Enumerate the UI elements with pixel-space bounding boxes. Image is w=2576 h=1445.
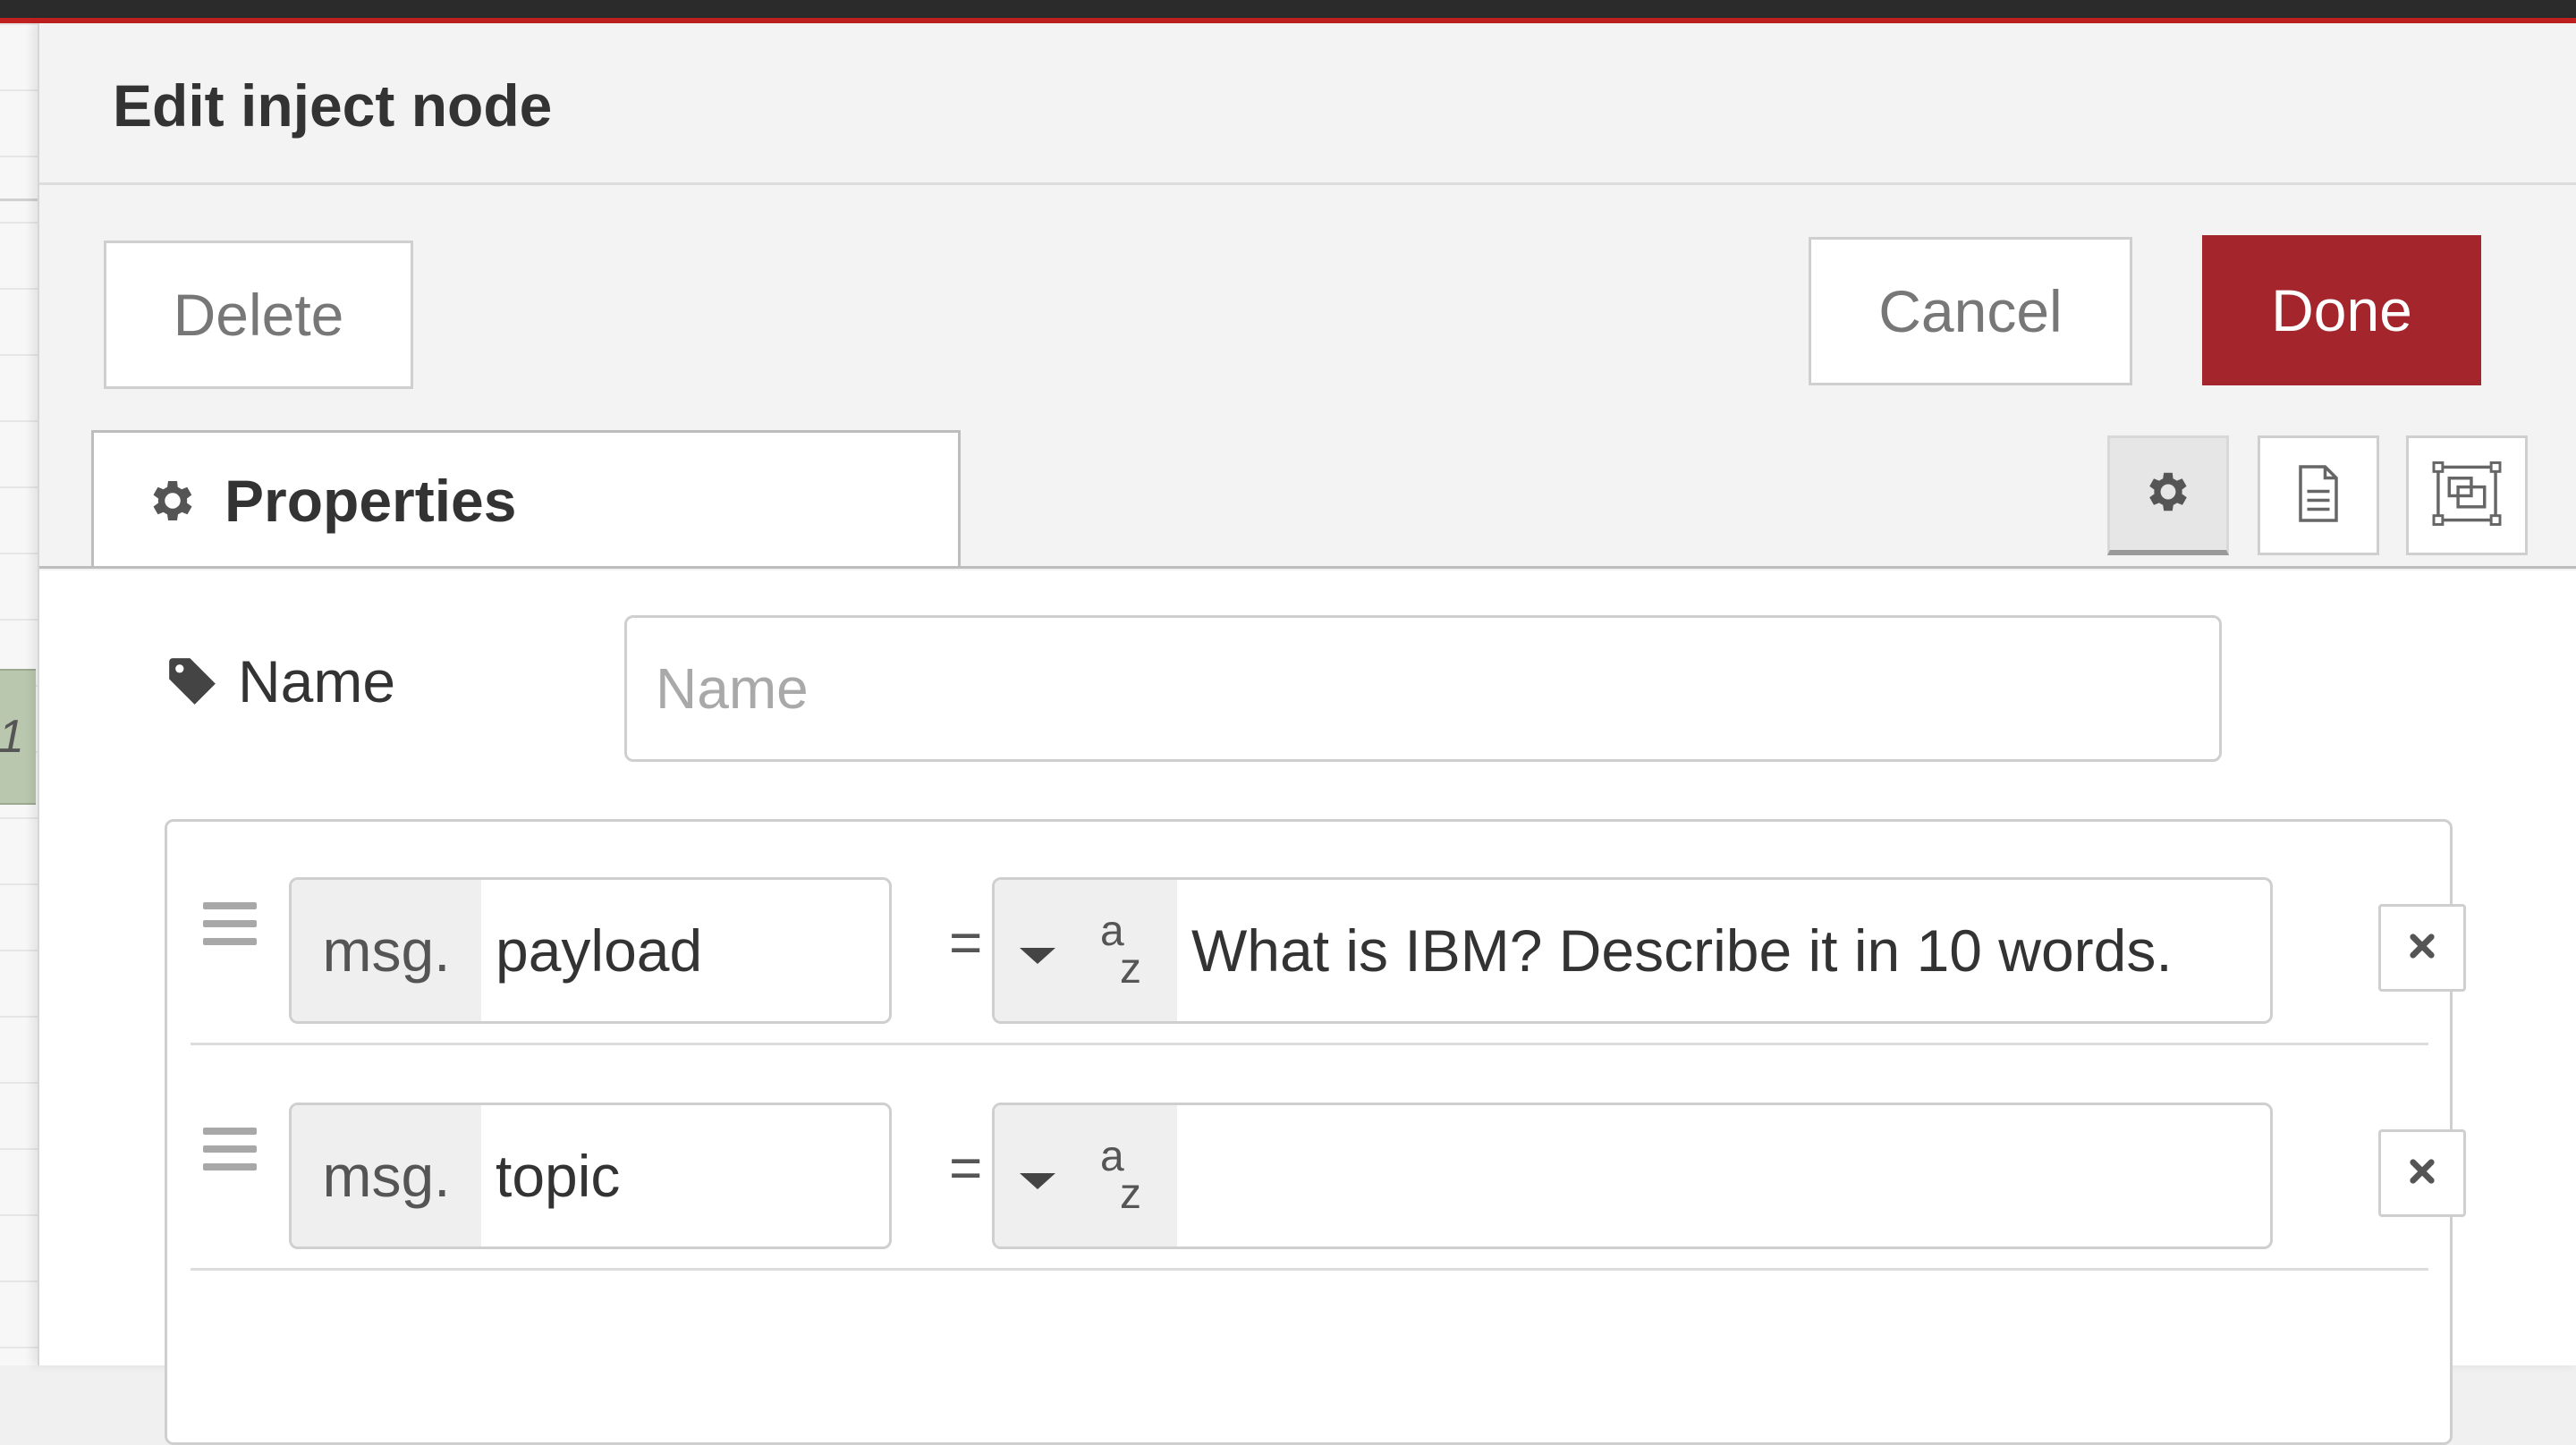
property-value-text[interactable] — [1177, 1105, 2270, 1246]
properties-panel: Name msg. payload = a z — [39, 570, 2576, 1445]
property-value-text[interactable]: What is IBM? Describe it in 10 words. — [1177, 880, 2270, 1021]
msg-prefix: msg. — [292, 1105, 481, 1246]
node-appearance-tab-button[interactable] — [2406, 435, 2528, 555]
value-type-selector[interactable]: a z — [995, 1105, 1177, 1246]
drag-handle-icon[interactable] — [203, 1128, 257, 1172]
canvas-divider — [0, 199, 38, 201]
msg-prefix: msg. — [292, 880, 481, 1021]
property-name-field[interactable]: msg. payload — [289, 877, 892, 1024]
node-description-tab-button[interactable] — [2258, 435, 2379, 555]
canvas-node-label: 1 — [0, 711, 24, 763]
row-divider — [191, 1268, 2428, 1271]
edit-tray: Edit inject node Delete Cancel Done Prop… — [38, 23, 2576, 1445]
name-label-text: Name — [238, 648, 396, 714]
tab-properties[interactable]: Properties — [91, 430, 961, 569]
property-value-field[interactable]: a z What is IBM? Describe it in 10 words… — [992, 877, 2273, 1024]
property-value-field[interactable]: a z — [992, 1103, 2273, 1249]
equals-operator: = — [949, 910, 983, 975]
property-row: msg. topic = a z — [191, 1047, 2466, 1271]
drag-handle-icon[interactable] — [203, 902, 257, 947]
row-divider — [191, 1043, 2428, 1045]
app-top-bar — [0, 0, 2576, 20]
gear-icon — [146, 474, 199, 528]
string-type-icon: a z — [1100, 1133, 1141, 1218]
equals-operator: = — [949, 1136, 983, 1200]
property-name-value[interactable]: payload — [481, 880, 889, 1021]
tray-toolbar: Delete Cancel Done — [39, 185, 2576, 417]
value-type-selector[interactable]: a z — [995, 880, 1177, 1021]
gear-icon — [2142, 466, 2194, 522]
property-name-value[interactable]: topic — [481, 1105, 889, 1246]
close-icon — [2407, 931, 2437, 966]
name-field-label: Name — [165, 647, 395, 715]
property-name-field[interactable]: msg. topic — [289, 1103, 892, 1249]
delete-button[interactable]: Delete — [104, 241, 413, 389]
workspace-canvas[interactable]: 1 — [0, 23, 38, 1365]
node-properties-tab-button[interactable] — [2107, 435, 2229, 555]
canvas-flow-node[interactable]: 1 — [0, 669, 36, 805]
done-button[interactable]: Done — [2202, 235, 2481, 385]
cancel-button[interactable]: Cancel — [1809, 237, 2132, 385]
tray-title: Edit inject node — [113, 72, 553, 139]
close-icon — [2407, 1156, 2437, 1191]
tag-icon — [165, 654, 220, 709]
property-row: msg. payload = a z What is IBM? Describe… — [191, 822, 2466, 1045]
remove-property-button[interactable] — [2378, 904, 2466, 992]
caret-down-icon — [1020, 1173, 1055, 1189]
property-list: msg. payload = a z What is IBM? Describe… — [165, 819, 2466, 1445]
remove-property-button[interactable] — [2378, 1129, 2466, 1217]
tray-tabs: Properties — [39, 414, 2576, 570]
tab-properties-label: Properties — [225, 468, 517, 534]
appearance-icon — [2431, 461, 2503, 531]
string-type-icon: a z — [1100, 908, 1141, 993]
description-icon — [2292, 462, 2345, 529]
tabs-divider — [39, 566, 2576, 569]
caret-down-icon — [1020, 948, 1055, 964]
name-input[interactable] — [624, 615, 2222, 762]
tray-header: Edit inject node — [39, 23, 2576, 185]
